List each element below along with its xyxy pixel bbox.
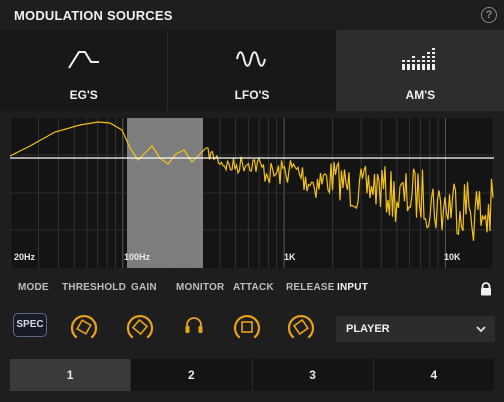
slot-3[interactable]: 3 xyxy=(252,359,374,391)
slot-2[interactable]: 2 xyxy=(131,359,253,391)
tab-label: LFO'S xyxy=(234,88,270,102)
tab-label: EG'S xyxy=(69,88,98,102)
gain-knob[interactable] xyxy=(123,310,157,344)
lock-icon[interactable] xyxy=(479,282,493,296)
release-label: RELEASE xyxy=(286,282,335,293)
freq-label-1k: 1K xyxy=(284,252,296,262)
slot-4[interactable]: 4 xyxy=(373,359,494,391)
slot-1[interactable]: 1 xyxy=(10,359,132,391)
input-select-value: PLAYER xyxy=(346,323,390,335)
wave-icon xyxy=(236,51,266,67)
freq-label-100hz: 100Hz xyxy=(124,252,151,262)
spectrum-analyzer[interactable]: 20Hz 100Hz 1K 10K xyxy=(10,118,494,268)
headphones-icon[interactable] xyxy=(184,316,204,334)
attack-knob[interactable] xyxy=(230,310,264,344)
selected-band[interactable] xyxy=(127,118,203,268)
am-slot-tabs: 1 2 3 4 xyxy=(10,359,494,391)
help-icon[interactable]: ? xyxy=(481,7,497,23)
monitor-label: MONITOR xyxy=(176,282,225,293)
header: MODULATION SOURCES ? xyxy=(0,0,504,30)
mode-spec-button[interactable]: SPEC xyxy=(13,313,47,337)
attack-label: ATTACK xyxy=(233,282,274,293)
mode-label: MODE xyxy=(18,282,49,293)
threshold-label: THRESHOLD xyxy=(62,282,127,293)
control-labels: MODE THRESHOLD GAIN MONITOR ATTACK RELEA… xyxy=(0,282,504,298)
input-select[interactable]: PLAYER xyxy=(336,316,495,342)
source-tabs: EG'S LFO'S AM'S xyxy=(0,30,504,111)
tab-lfos[interactable]: LFO'S xyxy=(168,30,337,111)
tab-ams[interactable]: AM'S xyxy=(336,30,504,111)
input-label: INPUT xyxy=(337,282,368,293)
envelope-icon xyxy=(67,51,99,69)
tab-egs[interactable]: EG'S xyxy=(0,30,169,111)
spectrum-bars-icon xyxy=(402,48,436,70)
freq-label-10k: 10K xyxy=(444,252,461,262)
panel-title: MODULATION SOURCES xyxy=(14,8,173,23)
release-knob[interactable] xyxy=(284,310,318,344)
threshold-knob[interactable] xyxy=(67,310,101,344)
gain-label: GAIN xyxy=(131,282,157,293)
tab-label: AM'S xyxy=(405,88,436,102)
chevron-down-icon xyxy=(476,326,486,333)
freq-label-20hz: 20Hz xyxy=(14,252,36,262)
